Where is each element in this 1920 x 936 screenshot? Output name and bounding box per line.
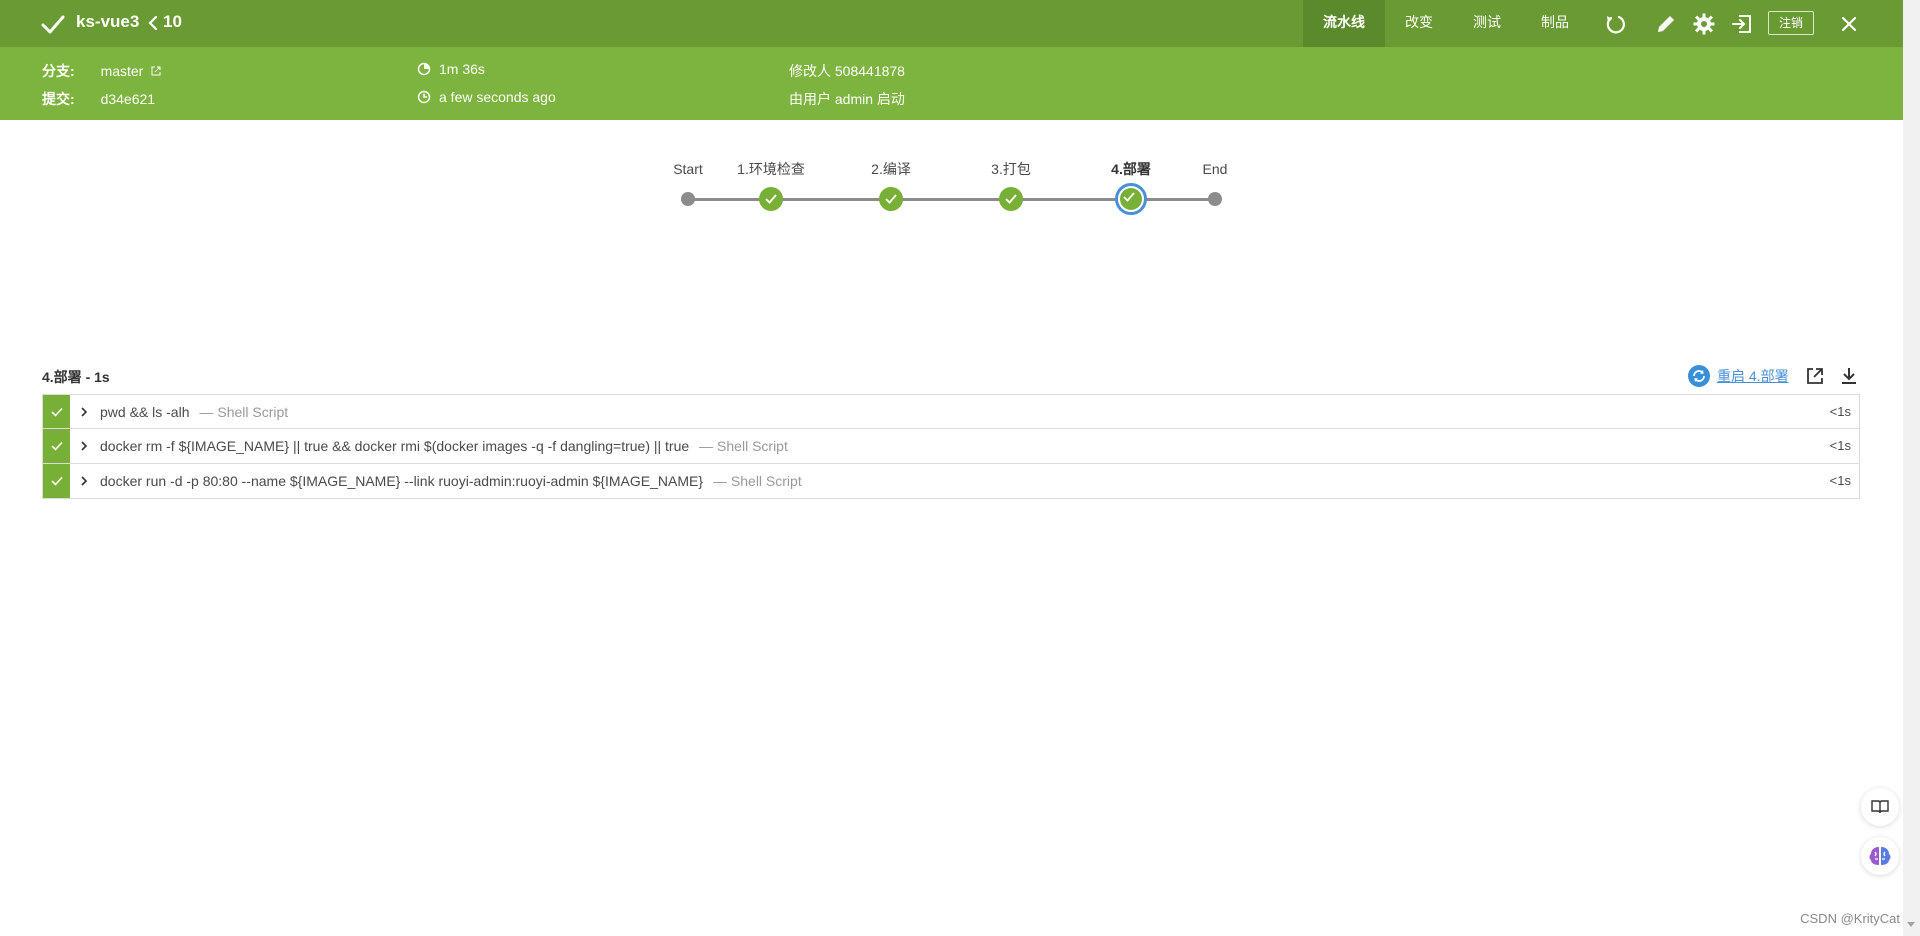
- step-type: — Shell Script: [199, 403, 289, 420]
- book-icon: [1871, 800, 1889, 814]
- commit-info: 提交: d34e621: [42, 89, 155, 109]
- step-command: docker run -d -p 80:80 --name ${IMAGE_NA…: [100, 473, 704, 489]
- branch-label: 分支:: [42, 63, 75, 79]
- step-success-status: [43, 429, 70, 463]
- duration-icon: [417, 62, 431, 76]
- check-icon: [885, 194, 897, 204]
- duration-info: 1m 36s: [417, 61, 485, 77]
- time-info: a few seconds ago: [417, 89, 556, 105]
- restart-stage-link[interactable]: 重启 4.部署: [1688, 365, 1789, 387]
- commit-value[interactable]: d34e621: [101, 91, 156, 107]
- chevron-right-icon[interactable]: [80, 476, 94, 486]
- job-title[interactable]: ks-vue3: [76, 12, 139, 32]
- step-row[interactable]: pwd && ls -alh — Shell Script <1s: [42, 394, 1860, 429]
- nav-tabs: 流水线 改变 测试 制品: [1303, 0, 1589, 47]
- end-dot: [1208, 192, 1222, 206]
- stage-label: 1.环境检查: [737, 161, 805, 177]
- stage-label: 2.编译: [871, 161, 911, 177]
- ai-assistant-button[interactable]: [1861, 837, 1899, 875]
- step-success-status: [43, 395, 70, 428]
- tab-artifacts[interactable]: 制品: [1521, 0, 1589, 47]
- scrollbar[interactable]: [1903, 0, 1920, 936]
- stage-success-dot[interactable]: [879, 187, 903, 211]
- chevron-right-icon[interactable]: [80, 406, 94, 417]
- scroll-down-arrow-icon[interactable]: [1907, 922, 1915, 927]
- start-dot: [681, 192, 695, 206]
- stage-package[interactable]: 3.打包: [971, 160, 1051, 211]
- commit-label: 提交:: [42, 91, 75, 107]
- stage-end: End: [1175, 160, 1255, 206]
- step-duration: <1s: [1829, 404, 1851, 419]
- pipeline-graph: Start 1.环境检查 2.编译 3.打包 4.部署 End: [660, 160, 1240, 220]
- top-bar: ks-vue3 10 流水线 改变 测试 制品 注销: [0, 0, 1903, 47]
- branch-info: 分支: master: [42, 61, 162, 81]
- step-type: — Shell Script: [713, 473, 802, 489]
- brain-icon: [1869, 847, 1891, 865]
- edit-pencil-icon[interactable]: [1654, 12, 1678, 36]
- stage-label: Start: [673, 161, 703, 177]
- step-success-status: [43, 464, 70, 498]
- download-icon[interactable]: [1839, 366, 1859, 386]
- check-icon: [1123, 192, 1135, 202]
- success-check-icon: [41, 15, 65, 34]
- chevron-left-icon: [148, 15, 158, 31]
- step-command: pwd && ls -alh: [100, 403, 190, 420]
- restart-icon: [1688, 365, 1710, 387]
- stage-label: End: [1202, 161, 1228, 177]
- reader-mode-button[interactable]: [1861, 788, 1899, 826]
- tab-tests[interactable]: 测试: [1453, 0, 1521, 47]
- duration-value: 1m 36s: [439, 61, 485, 77]
- step-list: pwd && ls -alh — Shell Script <1s docker…: [42, 394, 1860, 499]
- stage-compile[interactable]: 2.编译: [851, 160, 931, 211]
- run-info-bar: 分支: master 提交: d34e621 1m 36s a few seco…: [0, 47, 1903, 120]
- stage-label: 4.部署: [1111, 161, 1151, 177]
- settings-gear-icon[interactable]: [1692, 12, 1716, 36]
- stage-success-dot[interactable]: [999, 187, 1023, 211]
- step-panel-title: 4.部署 - 1s: [42, 369, 110, 385]
- step-command: docker rm -f ${IMAGE_NAME} || true && do…: [100, 438, 690, 454]
- stage-label: 3.打包: [991, 161, 1031, 177]
- rerun-icon[interactable]: [1603, 12, 1627, 36]
- open-classic-icon[interactable]: [1730, 12, 1754, 36]
- step-duration: <1s: [1829, 473, 1851, 488]
- stage-start: Start: [648, 160, 728, 206]
- check-icon: [50, 407, 63, 417]
- time-ago-value: a few seconds ago: [439, 89, 556, 105]
- watermark: CSDN @KrityCat: [1800, 911, 1900, 926]
- logout-button[interactable]: 注销: [1768, 11, 1814, 35]
- changes-by: 修改人 508441878: [789, 63, 905, 79]
- tab-pipeline[interactable]: 流水线: [1303, 0, 1385, 47]
- stage-env-check[interactable]: 1.环境检查: [731, 160, 811, 211]
- close-icon[interactable]: [1837, 12, 1861, 36]
- chevron-right-icon[interactable]: [80, 441, 94, 451]
- check-icon: [50, 441, 63, 451]
- started-by: 由用户 admin 启动: [789, 91, 905, 107]
- run-number: 10: [163, 12, 182, 31]
- step-row[interactable]: docker run -d -p 80:80 --name ${IMAGE_NA…: [42, 464, 1860, 499]
- stage-deploy[interactable]: 4.部署: [1091, 160, 1171, 215]
- step-duration: <1s: [1829, 438, 1851, 453]
- stage-selected-dot[interactable]: [1115, 183, 1147, 215]
- clock-icon: [417, 90, 431, 104]
- stage-success-dot[interactable]: [759, 187, 783, 211]
- step-type: — Shell Script: [699, 438, 788, 454]
- check-icon: [1005, 194, 1017, 204]
- check-icon: [765, 194, 777, 204]
- branch-value[interactable]: master: [101, 63, 144, 79]
- restart-label[interactable]: 重启 4.部署: [1717, 366, 1789, 386]
- open-in-new-window-icon[interactable]: [1805, 366, 1825, 386]
- check-icon: [50, 476, 63, 486]
- external-link-icon[interactable]: [150, 65, 162, 77]
- tab-changes[interactable]: 改变: [1385, 0, 1453, 47]
- step-row[interactable]: docker rm -f ${IMAGE_NAME} || true && do…: [42, 429, 1860, 464]
